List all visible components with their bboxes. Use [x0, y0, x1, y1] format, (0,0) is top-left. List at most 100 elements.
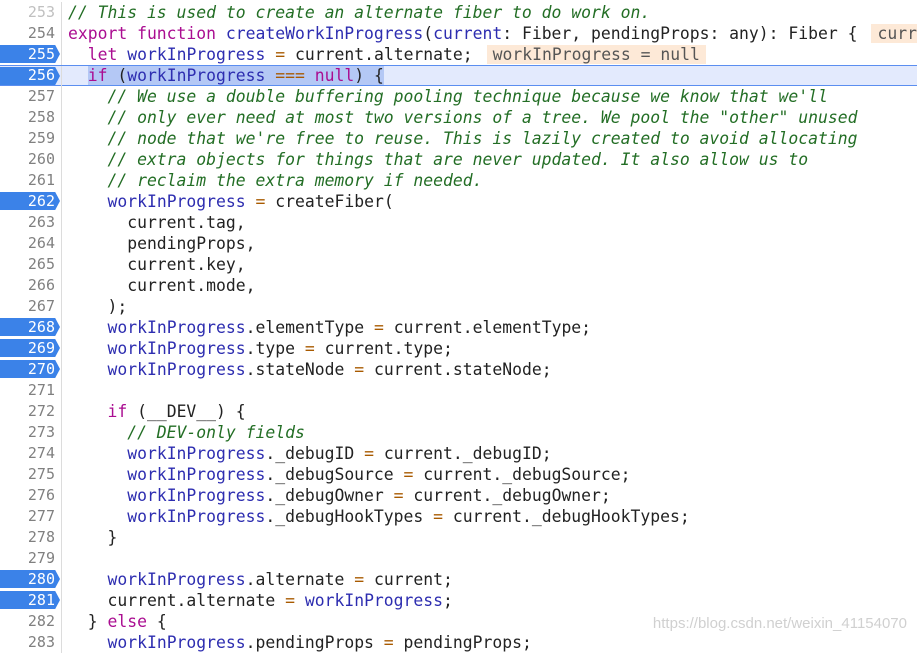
line-number-text: 274: [27, 444, 55, 462]
line-number[interactable]: 277: [0, 506, 62, 527]
line-number[interactable]: 256: [0, 66, 62, 87]
code-line: 261 // reclaim the extra memory if neede…: [0, 170, 917, 191]
code-text: let workInProgress = current.alternate; w…: [68, 44, 706, 65]
code-text: current.key,: [68, 254, 245, 275]
watermark: https://blog.csdn.net/weixin_41154070: [652, 615, 907, 632]
line-number-text: 253: [27, 3, 55, 21]
line-number[interactable]: 273: [0, 422, 62, 443]
line-number-text: 263: [27, 213, 55, 231]
code-token: null: [314, 66, 355, 85]
code-text: // extra objects for things that are nev…: [68, 149, 808, 170]
code-text: workInProgress._debugSource = current._d…: [68, 464, 630, 485]
line-number-text: 268: [27, 318, 55, 336]
line-number[interactable]: 262: [0, 191, 62, 212]
inline-variable-value: curr: [871, 24, 917, 43]
code-token: current.tag,: [68, 213, 246, 232]
code-token: // extra objects for things that are nev…: [68, 150, 809, 169]
code-token: pendingProps;: [403, 633, 532, 652]
line-number[interactable]: 254: [0, 23, 62, 44]
line-number-text: 265: [27, 255, 55, 273]
code-token: ) {: [354, 66, 384, 85]
code-token: // node that we're free to reuse. This i…: [68, 129, 858, 148]
line-number-text: 279: [27, 549, 55, 567]
line-number[interactable]: 275: [0, 464, 62, 485]
code-token: // This is used to create an alternate f…: [68, 3, 651, 22]
code-line: 267 );: [0, 296, 917, 317]
code-token: =: [285, 591, 305, 610]
code-token: createWorkInProgress: [225, 24, 424, 43]
line-number[interactable]: 276: [0, 485, 62, 506]
line-number[interactable]: 279: [0, 548, 62, 569]
code-token: workInProgress: [127, 66, 276, 85]
line-number[interactable]: 255: [0, 44, 62, 65]
code-token: .stateNode: [245, 360, 355, 379]
code-text: } else {: [68, 611, 167, 632]
code-token: .pendingProps: [245, 633, 384, 652]
code-text: workInProgress._debugOwner = current._de…: [68, 485, 611, 506]
code-token: workInProgress: [127, 45, 276, 64]
line-number[interactable]: 281: [0, 590, 62, 611]
code-token: let: [87, 45, 128, 64]
line-number[interactable]: 266: [0, 275, 62, 296]
line-number[interactable]: 282: [0, 611, 62, 632]
line-number[interactable]: 268: [0, 317, 62, 338]
code-line: 280 workInProgress.alternate = current;: [0, 569, 917, 590]
code-token: (: [117, 66, 128, 85]
line-number-text: 280: [27, 570, 55, 588]
source-code-editor[interactable]: 253 // This is used to create an alternat…: [0, 2, 917, 653]
code-token: current.stateNode;: [373, 360, 552, 379]
line-number-text: 270: [27, 360, 55, 378]
code-text: current.tag,: [68, 212, 246, 233]
code-token: }: [68, 528, 118, 547]
code-token: current.alternate: [68, 591, 286, 610]
code-token: : Fiber, pendingProps: any): Fiber {: [502, 24, 858, 43]
code-token: workInProgress: [107, 318, 246, 337]
line-number[interactable]: 274: [0, 443, 62, 464]
line-number[interactable]: 253: [0, 2, 62, 23]
line-number-text: 277: [27, 507, 55, 525]
line-number[interactable]: 261: [0, 170, 62, 191]
code-line: 254 export function createWorkInProgress(…: [0, 23, 917, 44]
line-number[interactable]: 270: [0, 359, 62, 380]
code-token: workInProgress: [127, 486, 266, 505]
code-line: 273 // DEV-only fields: [0, 422, 917, 443]
line-number[interactable]: 264: [0, 233, 62, 254]
line-number[interactable]: 278: [0, 527, 62, 548]
line-number[interactable]: 271: [0, 380, 62, 401]
line-number[interactable]: 267: [0, 296, 62, 317]
code-text: // only ever need at most two versions o…: [68, 107, 857, 128]
code-token: );: [68, 297, 128, 316]
line-number-text: 264: [27, 234, 55, 252]
code-text: current.mode,: [68, 275, 256, 296]
execution-line: 256 if (workInProgress === null) {: [0, 65, 917, 87]
code-token: // DEV-only fields: [68, 423, 305, 442]
code-text: // reclaim the extra memory if needed.: [68, 170, 482, 191]
code-token: workInProgress: [127, 465, 266, 484]
code-token: ._debugOwner: [265, 486, 394, 505]
line-number[interactable]: 259: [0, 128, 62, 149]
code-line: 265 current.key,: [0, 254, 917, 275]
line-number[interactable]: 263: [0, 212, 62, 233]
code-token: current._debugID;: [383, 444, 552, 463]
line-number[interactable]: 283: [0, 632, 62, 653]
code-text: // This is used to create an alternate f…: [68, 2, 650, 23]
line-number[interactable]: 260: [0, 149, 62, 170]
line-number[interactable]: 280: [0, 569, 62, 590]
code-token: =: [403, 465, 424, 484]
code-line: 262 workInProgress = createFiber(: [0, 191, 917, 212]
line-number[interactable]: 269: [0, 338, 62, 359]
line-number[interactable]: 257: [0, 86, 62, 107]
code-token: ;: [443, 591, 453, 610]
line-number[interactable]: 272: [0, 401, 62, 422]
code-line: 264 pendingProps,: [0, 233, 917, 254]
code-line: 279: [0, 548, 917, 569]
code-token: current.mode,: [68, 276, 256, 295]
code-line: 274 workInProgress._debugID = current._d…: [0, 443, 917, 464]
code-token: =: [364, 444, 384, 463]
code-text: workInProgress = createFiber(: [68, 191, 393, 212]
line-number[interactable]: 265: [0, 254, 62, 275]
line-number[interactable]: 258: [0, 107, 62, 128]
